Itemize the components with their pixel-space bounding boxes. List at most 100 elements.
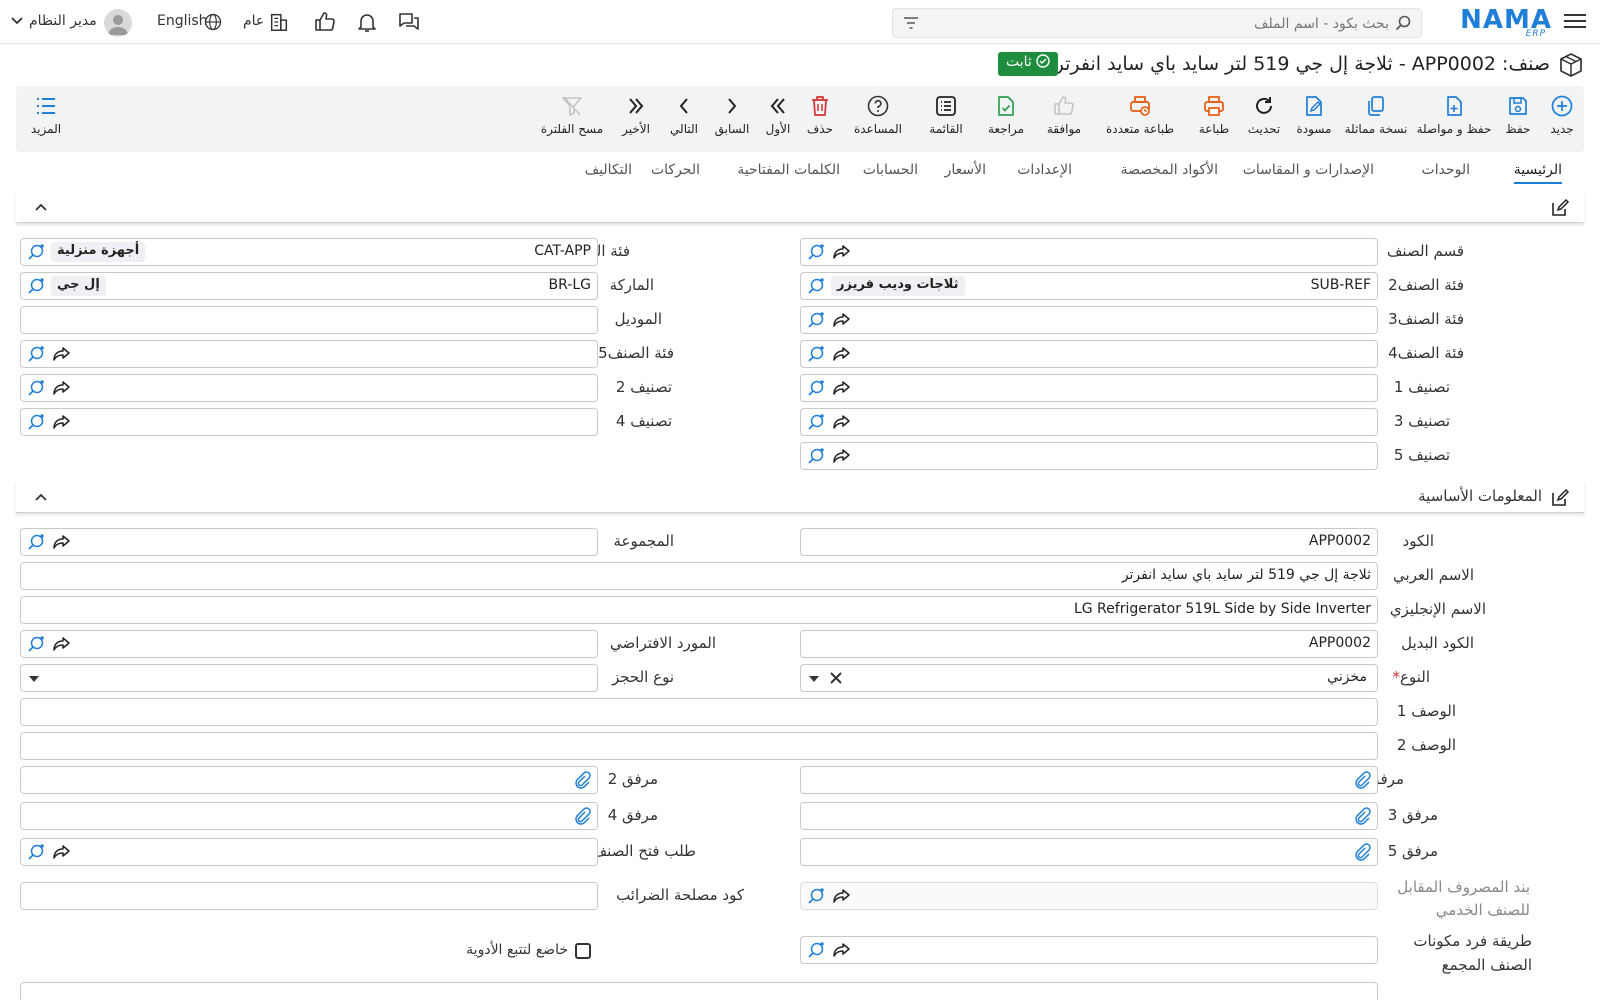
paperclip-icon[interactable]: [1353, 807, 1371, 825]
search-plus-icon[interactable]: [807, 379, 825, 397]
edit-icon[interactable]: [1550, 488, 1570, 508]
search-plus-icon[interactable]: [27, 379, 45, 397]
close-icon[interactable]: [829, 671, 843, 685]
goto-arrow-icon[interactable]: [833, 448, 851, 464]
search-plus-icon[interactable]: [27, 277, 45, 295]
paperclip-icon[interactable]: [573, 771, 591, 789]
search-plus-icon[interactable]: [27, 635, 45, 653]
search-input[interactable]: [949, 13, 1389, 35]
save-button[interactable]: حفظ: [1496, 94, 1540, 136]
hamburger-menu-icon[interactable]: [1564, 10, 1586, 32]
tab-costs[interactable]: التكاليف: [585, 162, 632, 178]
tab-custom-codes[interactable]: الأكواد المخصصة: [1121, 162, 1218, 178]
category5-field[interactable]: [20, 340, 598, 368]
goto-arrow-icon[interactable]: [833, 244, 851, 260]
goto-arrow-icon[interactable]: [53, 636, 71, 652]
search-plus-icon[interactable]: [27, 345, 45, 363]
classification1-field[interactable]: [800, 374, 1378, 402]
next-button[interactable]: التالي: [660, 94, 708, 136]
chevron-down-icon[interactable]: [11, 16, 23, 26]
goto-arrow-icon[interactable]: [833, 888, 851, 904]
alt-code-field[interactable]: APP0002: [800, 630, 1378, 658]
last-button[interactable]: الأخير: [612, 94, 660, 136]
avatar[interactable]: [104, 9, 132, 37]
search-plus-icon[interactable]: [807, 243, 825, 261]
caret-down-icon[interactable]: [809, 675, 819, 683]
reservation-type-select[interactable]: [20, 664, 598, 692]
components-method-field[interactable]: [800, 936, 1378, 964]
paperclip-icon[interactable]: [573, 807, 591, 825]
classification4-field[interactable]: [20, 408, 598, 436]
search-plus-icon[interactable]: [807, 887, 825, 905]
duplicate-button[interactable]: نسخة مماثلة: [1340, 94, 1412, 136]
approve-button[interactable]: موافقة: [1036, 94, 1092, 136]
delete-button[interactable]: حذف: [800, 94, 840, 136]
search-plus-icon[interactable]: [27, 413, 45, 431]
tab-transactions[interactable]: الحركات: [651, 162, 700, 178]
goto-arrow-icon[interactable]: [833, 312, 851, 328]
search-plus-icon[interactable]: [807, 447, 825, 465]
goto-arrow-icon[interactable]: [53, 414, 71, 430]
search-plus-icon[interactable]: [807, 311, 825, 329]
goto-arrow-icon[interactable]: [833, 380, 851, 396]
default-supplier-field[interactable]: [20, 630, 598, 658]
category3-field[interactable]: [800, 306, 1378, 334]
save-continue-button[interactable]: حفظ و مواصلة: [1412, 94, 1496, 136]
code-field[interactable]: APP0002: [800, 528, 1378, 556]
clear-filter-button[interactable]: مسح الفلترة: [532, 94, 612, 136]
search-plus-icon[interactable]: [807, 941, 825, 959]
chevron-up-icon[interactable]: [34, 200, 48, 214]
search-plus-icon[interactable]: [27, 843, 45, 861]
description1-field[interactable]: [20, 698, 1378, 726]
multi-print-button[interactable]: طباعة متعددة: [1092, 94, 1188, 136]
classification2-field[interactable]: [20, 374, 598, 402]
category1-field[interactable]: CAT-APP أجهزة منزلية: [20, 238, 598, 266]
attachment5-field[interactable]: [800, 838, 1378, 866]
search-plus-icon[interactable]: [27, 533, 45, 551]
model-field[interactable]: [20, 306, 598, 334]
first-button[interactable]: الأول: [756, 94, 800, 136]
attachment4-field[interactable]: [20, 802, 598, 830]
type-select[interactable]: مخزني: [800, 664, 1378, 692]
search-plus-icon[interactable]: [807, 413, 825, 431]
goto-arrow-icon[interactable]: [53, 380, 71, 396]
tab-versions-sizes[interactable]: الإصدارات و المقاسات: [1243, 162, 1374, 178]
attachment-field[interactable]: [800, 766, 1378, 794]
brand-field[interactable]: BR-LG إل جي: [20, 272, 598, 300]
search-icon[interactable]: [1395, 15, 1411, 31]
tab-units[interactable]: الوحدات: [1422, 162, 1470, 178]
classification5-field[interactable]: [800, 442, 1378, 470]
app-logo[interactable]: NAMA ERP: [1460, 5, 1552, 39]
attachment3-field[interactable]: [800, 802, 1378, 830]
caret-down-icon[interactable]: [29, 675, 39, 683]
classification3-field[interactable]: [800, 408, 1378, 436]
help-button[interactable]: المساعدة: [840, 94, 916, 136]
tab-accounts[interactable]: الحسابات: [863, 162, 918, 178]
user-name[interactable]: مدير النظام: [29, 13, 97, 29]
refresh-button[interactable]: تحديث: [1240, 94, 1288, 136]
next-field-partial[interactable]: [20, 982, 1378, 1000]
item-section-field[interactable]: [800, 238, 1378, 266]
search-plus-icon[interactable]: [27, 243, 45, 261]
thumbs-up-icon[interactable]: [313, 10, 337, 34]
draft-button[interactable]: مسودة: [1288, 94, 1340, 136]
tab-settings[interactable]: الإعدادات: [1017, 162, 1072, 178]
goto-arrow-icon[interactable]: [53, 346, 71, 362]
edit-icon[interactable]: [1550, 198, 1570, 218]
goto-arrow-icon[interactable]: [53, 844, 71, 860]
search-plus-icon[interactable]: [807, 277, 825, 295]
list-button[interactable]: القائمة: [916, 94, 976, 136]
goto-arrow-icon[interactable]: [53, 534, 71, 550]
open-request-field[interactable]: [20, 838, 598, 866]
drug-tracking-checkbox[interactable]: [575, 943, 591, 959]
tab-keywords[interactable]: الكلمات المفتاحية: [737, 162, 840, 178]
goto-arrow-icon[interactable]: [833, 942, 851, 958]
tab-main[interactable]: الرئيسية: [1513, 162, 1563, 184]
goto-arrow-icon[interactable]: [833, 346, 851, 362]
previous-button[interactable]: السابق: [708, 94, 756, 136]
more-button[interactable]: المزيد: [24, 94, 68, 136]
chat-icon[interactable]: [397, 10, 421, 34]
paperclip-icon[interactable]: [1353, 843, 1371, 861]
tax-code-field[interactable]: [20, 882, 598, 910]
building-icon[interactable]: [268, 11, 290, 33]
